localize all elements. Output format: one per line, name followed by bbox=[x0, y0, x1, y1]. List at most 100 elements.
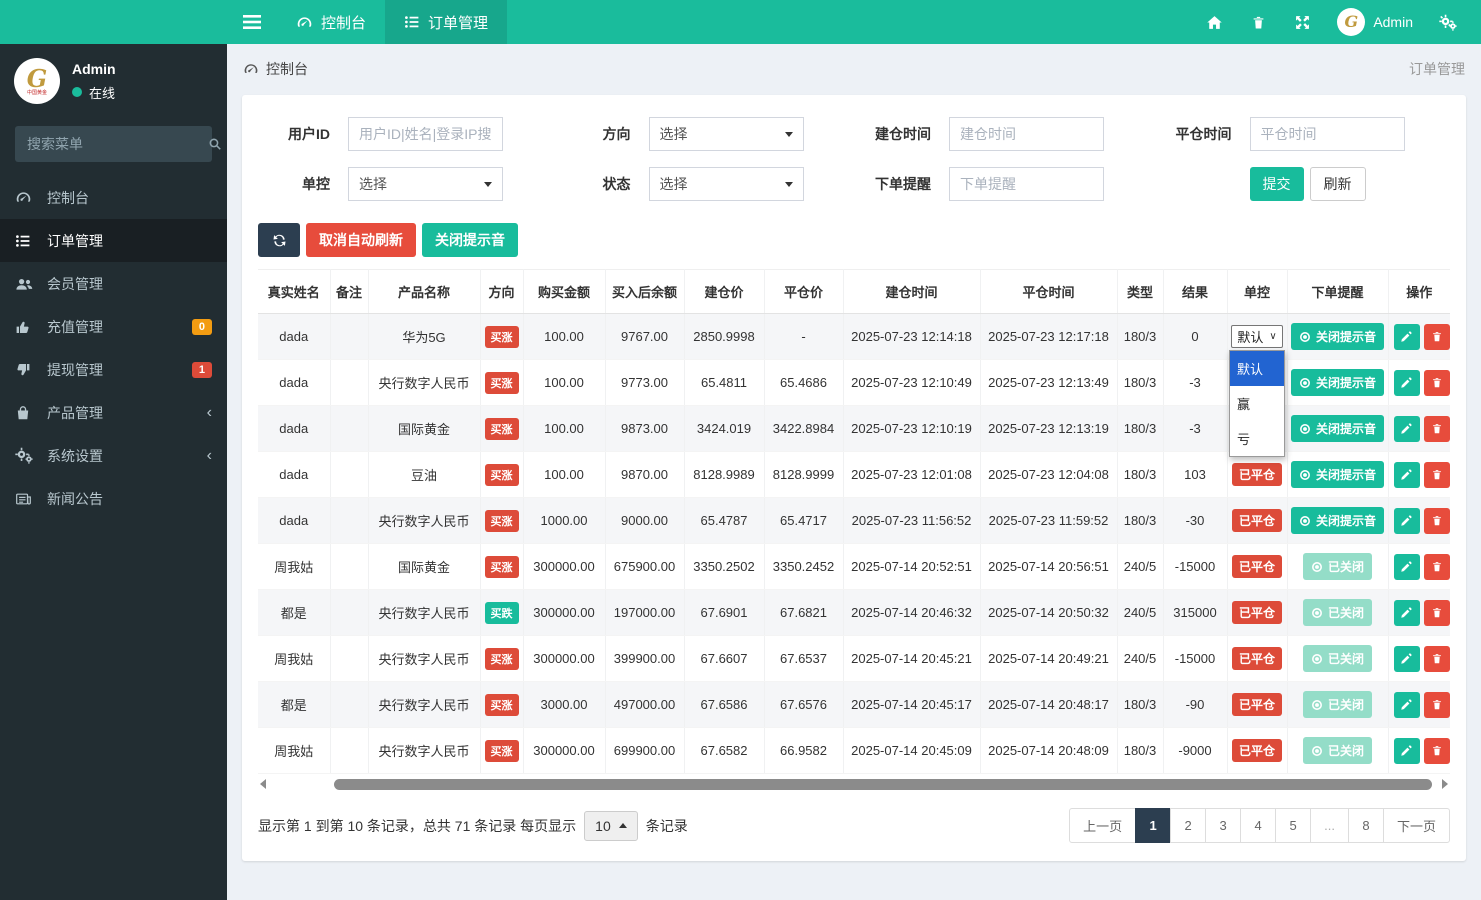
column-header: 下单提醒 bbox=[1287, 270, 1388, 314]
settings-button[interactable] bbox=[1429, 0, 1467, 44]
open-time-input[interactable] bbox=[949, 117, 1104, 151]
cell-type: 180/3 bbox=[1117, 406, 1163, 452]
cell-actions bbox=[1388, 498, 1450, 544]
reminder-toggle-button[interactable]: 关闭提示音 bbox=[1291, 461, 1384, 488]
sidebar-item-bag[interactable]: 产品管理‹ bbox=[0, 391, 227, 434]
cancel-auto-refresh-button[interactable]: 取消自动刷新 bbox=[306, 223, 416, 257]
clear-cache-button[interactable] bbox=[1239, 0, 1277, 44]
per-page-select[interactable]: 10 bbox=[584, 811, 638, 841]
sidebar-item-label: 系统设置 bbox=[47, 446, 207, 466]
dropdown-option[interactable]: 默认 bbox=[1230, 351, 1284, 386]
cell-reminder: 关闭提示音 bbox=[1287, 314, 1388, 360]
reminder-toggle-button[interactable]: 已关闭 bbox=[1303, 691, 1372, 718]
delete-button[interactable] bbox=[1424, 416, 1450, 442]
scroll-left-arrow-icon[interactable] bbox=[260, 779, 266, 789]
list-icon bbox=[15, 233, 35, 249]
close-sound-button[interactable]: 关闭提示音 bbox=[422, 223, 518, 257]
page-button[interactable]: 4 bbox=[1240, 808, 1276, 843]
edit-button[interactable] bbox=[1394, 646, 1420, 672]
page-button[interactable]: 5 bbox=[1275, 808, 1311, 843]
edit-button[interactable] bbox=[1394, 416, 1420, 442]
submit-button[interactable]: 提交 bbox=[1250, 167, 1304, 201]
tab-console[interactable]: 控制台 bbox=[277, 0, 385, 44]
sidebar-item-gears[interactable]: 系统设置‹ bbox=[0, 434, 227, 477]
edit-button[interactable] bbox=[1394, 554, 1420, 580]
close-time-input[interactable] bbox=[1250, 117, 1405, 151]
reminder-toggle-button[interactable]: 已关闭 bbox=[1303, 599, 1372, 626]
home-button[interactable] bbox=[1195, 0, 1233, 44]
sidebar-item-thumb-up[interactable]: 充值管理0 bbox=[0, 305, 227, 348]
cell-control: 已平仓 bbox=[1227, 544, 1287, 590]
sidebar-item-list[interactable]: 订单管理 bbox=[0, 219, 227, 262]
delete-button[interactable] bbox=[1424, 324, 1450, 350]
delete-button[interactable] bbox=[1424, 646, 1450, 672]
user-menu[interactable]: G Admin bbox=[1327, 8, 1423, 36]
table-row: 周我姑央行数字人民币买涨300000.00399900.0067.660767.… bbox=[258, 636, 1450, 682]
cell-type: 180/3 bbox=[1117, 314, 1163, 360]
direction-badge: 买跌 bbox=[485, 602, 519, 624]
fullscreen-button[interactable] bbox=[1283, 0, 1321, 44]
edit-button[interactable] bbox=[1394, 508, 1420, 534]
dropdown-option[interactable]: 赢 bbox=[1230, 386, 1284, 421]
order-reminder-input[interactable] bbox=[949, 167, 1104, 201]
cell-open-price: 3350.2502 bbox=[684, 544, 764, 590]
column-header: 方向 bbox=[480, 270, 523, 314]
delete-button[interactable] bbox=[1424, 692, 1450, 718]
delete-button[interactable] bbox=[1424, 508, 1450, 534]
refresh-button[interactable]: 刷新 bbox=[1310, 167, 1366, 201]
scrollbar-thumb[interactable] bbox=[334, 779, 1432, 790]
ring-icon bbox=[1299, 515, 1311, 527]
cell-amount: 1000.00 bbox=[523, 498, 605, 544]
delete-button[interactable] bbox=[1424, 462, 1450, 488]
delete-button[interactable] bbox=[1424, 600, 1450, 626]
cell-close-time: 2025-07-14 20:49:21 bbox=[980, 636, 1117, 682]
status-select[interactable]: 选择 bbox=[649, 167, 804, 201]
dropdown-option[interactable]: 亏 bbox=[1230, 421, 1284, 456]
page-button[interactable]: 2 bbox=[1170, 808, 1206, 843]
reload-table-button[interactable] bbox=[258, 223, 300, 257]
chevron-down-icon bbox=[785, 132, 793, 137]
page-button[interactable]: 下一页 bbox=[1383, 808, 1450, 843]
control-select[interactable]: 默认∨ bbox=[1231, 325, 1282, 348]
reminder-toggle-button[interactable]: 已关闭 bbox=[1303, 737, 1372, 764]
edit-button[interactable] bbox=[1394, 370, 1420, 396]
reminder-toggle-button[interactable]: 关闭提示音 bbox=[1291, 507, 1384, 534]
sidebar-item-dashboard[interactable]: 控制台 bbox=[0, 176, 227, 219]
delete-button[interactable] bbox=[1424, 370, 1450, 396]
reminder-toggle-button[interactable]: 已关闭 bbox=[1303, 553, 1372, 580]
bag-icon bbox=[15, 405, 35, 421]
sidebar-search-input[interactable] bbox=[27, 136, 208, 152]
page-button[interactable]: 3 bbox=[1205, 808, 1241, 843]
sidebar-user-panel: G 中国黄金 Admin 在线 bbox=[0, 44, 227, 120]
direction-select[interactable]: 选择 bbox=[649, 117, 804, 151]
edit-button[interactable] bbox=[1394, 462, 1420, 488]
search-icon[interactable] bbox=[208, 137, 222, 151]
cell-product: 豆油 bbox=[368, 452, 480, 498]
edit-button[interactable] bbox=[1394, 600, 1420, 626]
sidebar-toggle-button[interactable] bbox=[227, 0, 277, 44]
reminder-toggle-button[interactable]: 关闭提示音 bbox=[1291, 415, 1384, 442]
table-row: dada华为5G买涨100.009767.002850.9998-2025-07… bbox=[258, 314, 1450, 360]
page-button[interactable]: 8 bbox=[1348, 808, 1384, 843]
page-button[interactable]: 上一页 bbox=[1069, 808, 1136, 843]
delete-button[interactable] bbox=[1424, 554, 1450, 580]
delete-button[interactable] bbox=[1424, 738, 1450, 764]
column-header: 类型 bbox=[1117, 270, 1163, 314]
cell-type: 180/3 bbox=[1117, 682, 1163, 728]
edit-button[interactable] bbox=[1394, 692, 1420, 718]
control-filter-select[interactable]: 选择 bbox=[348, 167, 503, 201]
reminder-toggle-button[interactable]: 关闭提示音 bbox=[1291, 369, 1384, 396]
reminder-toggle-button[interactable]: 已关闭 bbox=[1303, 645, 1372, 672]
tab-orders[interactable]: 订单管理 bbox=[385, 0, 507, 44]
reminder-toggle-button[interactable]: 关闭提示音 bbox=[1291, 323, 1384, 350]
edit-button[interactable] bbox=[1394, 738, 1420, 764]
tab-orders-label: 订单管理 bbox=[428, 12, 488, 33]
page-button[interactable]: 1 bbox=[1135, 808, 1171, 843]
sidebar-item-newspaper[interactable]: 新闻公告 bbox=[0, 477, 227, 520]
sidebar-item-thumb-down[interactable]: 提现管理1 bbox=[0, 348, 227, 391]
cell-actions bbox=[1388, 590, 1450, 636]
scroll-right-arrow-icon[interactable] bbox=[1442, 779, 1448, 789]
edit-button[interactable] bbox=[1394, 324, 1420, 350]
sidebar-item-users[interactable]: 会员管理 bbox=[0, 262, 227, 305]
userid-search-input[interactable] bbox=[348, 117, 503, 151]
